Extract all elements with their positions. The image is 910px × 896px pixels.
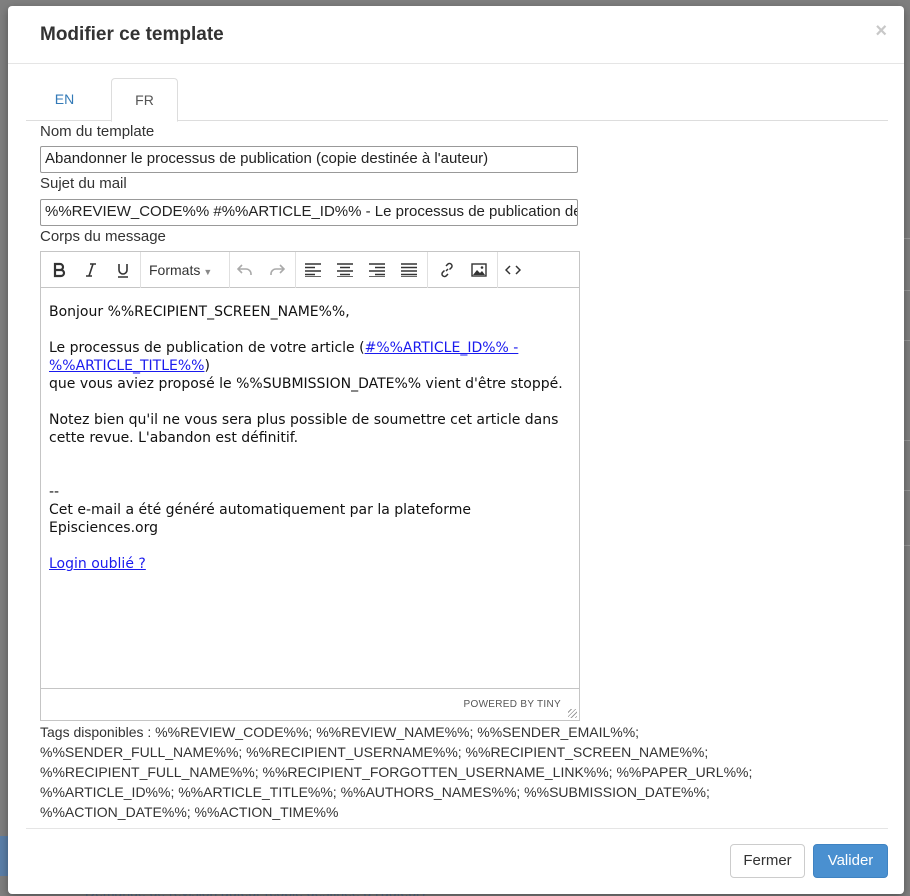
align-right-icon[interactable] (363, 256, 391, 284)
toolbar-separator (295, 252, 296, 288)
body-paragraph-3: Notez bien qu'il ne vous sera plus possi… (49, 412, 559, 446)
editor-statusbar: POWERED BY TINY (41, 688, 579, 720)
language-tabs: EN FR (26, 78, 888, 122)
modal-footer-divider (26, 828, 888, 829)
template-name-input[interactable]: Abandonner le processus de publication (… (40, 146, 578, 173)
toolbar-separator (140, 252, 141, 288)
rich-text-editor: Formats ▼ Bonjour %%RECIPIENT_SCREEN_NAM… (40, 251, 580, 721)
mail-subject-input[interactable]: %%REVIEW_CODE%% #%%ARTICLE_ID%% - Le pro… (40, 199, 578, 226)
editor-content[interactable]: Bonjour %%RECIPIENT_SCREEN_NAME%%, Le pr… (41, 289, 579, 689)
modal-title: Modifier ce template (40, 24, 224, 45)
tab-fr[interactable]: FR (111, 78, 178, 122)
template-name-label: Nom du template (40, 123, 155, 140)
align-justify-icon[interactable] (395, 256, 423, 284)
italic-icon[interactable] (77, 256, 105, 284)
code-icon[interactable] (499, 256, 527, 284)
bold-icon[interactable] (45, 256, 73, 284)
signature-separator: -- (49, 484, 60, 500)
forgot-login-link[interactable]: Login oublié ? (49, 556, 146, 572)
powered-by-text[interactable]: POWERED BY TINY (464, 699, 561, 710)
mail-subject-label: Sujet du mail (40, 175, 127, 192)
submit-button[interactable]: Valider (813, 844, 888, 878)
message-body-label: Corps du message (40, 228, 166, 245)
tab-en[interactable]: EN (26, 78, 103, 121)
background-divider (904, 545, 910, 546)
toolbar-separator (427, 252, 428, 288)
background-divider (904, 290, 910, 291)
resize-handle-icon[interactable] (568, 709, 577, 718)
modal-header: Modifier ce template × (8, 6, 904, 64)
caret-down-icon: ▼ (203, 267, 213, 277)
align-center-icon[interactable] (331, 256, 359, 284)
editor-toolbar: Formats ▼ (41, 252, 579, 288)
background-divider (904, 340, 910, 341)
formats-dropdown[interactable]: Formats ▼ (149, 256, 212, 284)
toolbar-separator (497, 252, 498, 288)
background-divider (904, 490, 910, 491)
align-left-icon[interactable] (299, 256, 327, 284)
body-paragraph-2: que vous aviez proposé le %%SUBMISSION_D… (49, 376, 563, 392)
background-divider (904, 440, 910, 441)
available-tags-text: Tags disponibles : %%REVIEW_CODE%%; %%RE… (40, 724, 753, 820)
toolbar-separator (229, 252, 230, 288)
background-divider (904, 238, 910, 239)
link-icon[interactable] (433, 256, 461, 284)
close-modal-button[interactable]: Fermer (730, 844, 805, 878)
formats-label: Formats (149, 262, 201, 278)
greeting-text: Bonjour %%RECIPIENT_SCREEN_NAME%%, (49, 304, 350, 320)
body-paragraph-1: Le processus de publication de votre art… (49, 340, 519, 374)
underline-icon[interactable] (109, 256, 137, 284)
undo-icon[interactable] (231, 256, 259, 284)
redo-icon[interactable] (263, 256, 291, 284)
image-icon[interactable] (465, 256, 493, 284)
close-button[interactable]: × (875, 20, 887, 43)
signature-text: Cet e-mail a été généré automatiquement … (49, 502, 471, 536)
edit-template-modal: Modifier ce template × EN FR Nom du temp… (8, 6, 904, 894)
background-button (0, 836, 8, 876)
